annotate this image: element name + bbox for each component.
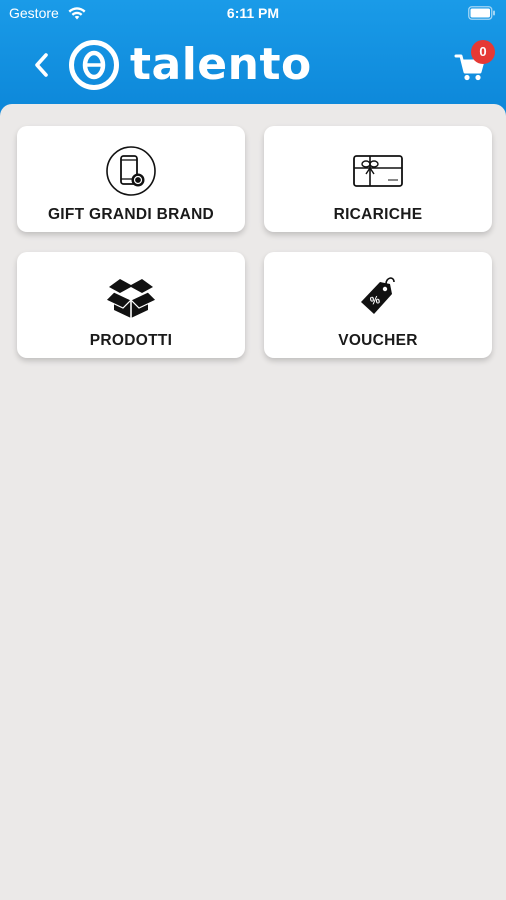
logo-text: talento	[130, 39, 312, 90]
menu-card-label: GIFT GRANDI BRAND	[47, 206, 215, 223]
chevron-left-icon	[35, 53, 48, 77]
talento-logo-icon	[69, 40, 119, 90]
menu-card-label: VOUCHER	[338, 332, 418, 349]
gift-card-icon	[351, 144, 405, 198]
menu-card-ricariche[interactable]: RICARICHE	[264, 126, 492, 232]
menu-card-voucher[interactable]: % VOUCHER	[264, 252, 492, 358]
back-button[interactable]	[28, 48, 54, 82]
phone-gift-icon	[104, 144, 158, 198]
menu-card-label: PRODOTTI	[89, 332, 173, 349]
status-bar: Gestore 6:11 PM	[0, 0, 506, 28]
menu-card-prodotti[interactable]: PRODOTTI	[17, 252, 245, 358]
menu-card-gift-grandi-brand[interactable]: GIFT GRANDI BRAND	[17, 126, 245, 232]
cart-count-badge: 0	[471, 40, 495, 64]
app-header: Gestore 6:11 PM talento 0	[0, 0, 506, 120]
status-time: 6:11 PM	[226, 5, 280, 21]
menu-card-label: RICARICHE	[333, 206, 423, 223]
app-logo: talento	[68, 37, 312, 93]
main-content: GIFT GRANDI BRAND RICARICHE PRODOTTI % V…	[0, 104, 506, 900]
open-box-icon	[104, 270, 158, 324]
discount-tag-icon: %	[351, 270, 405, 324]
battery-icon	[468, 6, 495, 20]
